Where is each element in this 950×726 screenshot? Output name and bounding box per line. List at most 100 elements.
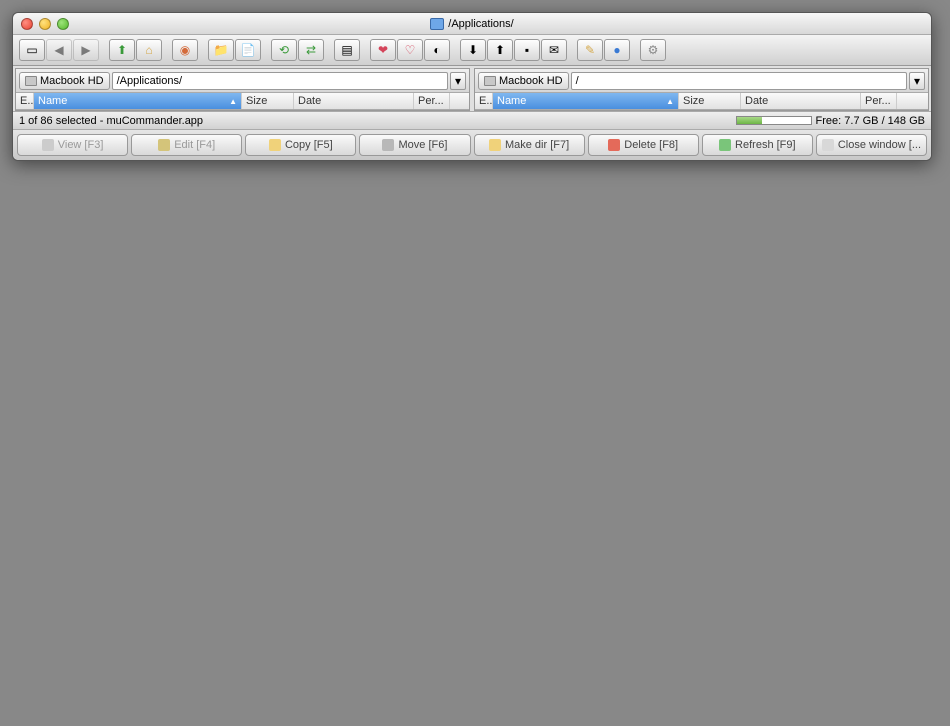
- new-file-button[interactable]: 📄: [235, 39, 261, 61]
- refresh-button[interactable]: Refresh [F9]: [702, 134, 813, 156]
- edit-icon: [158, 139, 170, 151]
- delete-icon: [608, 139, 620, 151]
- zoom-icon[interactable]: [57, 18, 69, 30]
- cmd-label: Refresh [F9]: [735, 139, 796, 151]
- left-path-input[interactable]: /Applications/: [112, 72, 448, 90]
- new-window-button[interactable]: ▭: [19, 39, 45, 61]
- cmd-label: Make dir [F7]: [505, 139, 569, 151]
- mark-icon: ❤: [378, 44, 388, 56]
- pack-button[interactable]: ⬇: [460, 39, 486, 61]
- left-header: E... Name▲ Size Date Per...: [16, 93, 469, 110]
- delete-button[interactable]: Delete [F8]: [588, 134, 699, 156]
- window-title-text: /Applications/: [448, 18, 513, 30]
- col-perm[interactable]: Per...: [414, 93, 450, 109]
- copy-names-button[interactable]: ▤: [334, 39, 360, 61]
- unpack-button[interactable]: ⬆: [487, 39, 513, 61]
- right-volume-button[interactable]: Macbook HD: [478, 72, 569, 90]
- left-volume-label: Macbook HD: [40, 75, 104, 87]
- reload-icon: ⟲: [279, 44, 289, 56]
- right-panel: Macbook HD / ▾ E... Name▲ Size Date Per.…: [474, 68, 929, 111]
- folder-icon: [430, 18, 444, 30]
- invert-button[interactable]: ◐: [424, 39, 450, 61]
- prefs-button[interactable]: ⚙: [640, 39, 666, 61]
- status-selection: 1 of 86 selected - muCommander.app: [19, 115, 203, 127]
- email-button[interactable]: ✉: [541, 39, 567, 61]
- refresh-icon: [719, 139, 731, 151]
- server-icon: ●: [613, 44, 620, 56]
- chevron-down-icon: ▾: [455, 75, 461, 87]
- invert-icon: ◐: [433, 44, 440, 56]
- new-window-icon: ▭: [26, 44, 37, 56]
- window-controls: [21, 18, 69, 30]
- terminal-button[interactable]: ▪: [514, 39, 540, 61]
- cmd-label: Edit [F4]: [174, 139, 215, 151]
- left-pathbar: Macbook HD /Applications/ ▾: [16, 69, 469, 93]
- back-button[interactable]: ◀: [46, 39, 72, 61]
- panels: Macbook HD /Applications/ ▾ E... Name▲ S…: [13, 66, 931, 111]
- left-history-button[interactable]: ▾: [450, 72, 466, 90]
- right-path-input[interactable]: /: [571, 72, 907, 90]
- prefs-icon: ⚙: [648, 44, 659, 56]
- move-button[interactable]: Move [F6]: [359, 134, 470, 156]
- copy-button[interactable]: Copy [F5]: [245, 134, 356, 156]
- sort-asc-icon: ▲: [666, 97, 674, 106]
- left-volume-button[interactable]: Macbook HD: [19, 72, 110, 90]
- col-ext[interactable]: E...: [475, 93, 493, 109]
- go-parent-button[interactable]: ⬆: [109, 39, 135, 61]
- col-perm[interactable]: Per...: [861, 93, 897, 109]
- copy-icon: [269, 139, 281, 151]
- col-name[interactable]: Name▲: [493, 93, 679, 109]
- statusbar: 1 of 86 selected - muCommander.app Free:…: [13, 111, 931, 129]
- close-button[interactable]: Close window [...: [816, 134, 927, 156]
- toolbar: ▭◀▶⬆⌂◉📁📄⟲⇄▤❤♡◐⬇⬆▪✉✎●⚙: [13, 35, 931, 66]
- swap-button[interactable]: ⇄: [298, 39, 324, 61]
- drive-icon: [484, 76, 496, 86]
- new-folder-button[interactable]: 📁: [208, 39, 234, 61]
- props-icon: ✎: [585, 44, 595, 56]
- cmd-label: Move [F6]: [398, 139, 447, 151]
- close-icon[interactable]: [21, 18, 33, 30]
- status-free-space: Free: 7.7 GB / 148 GB: [816, 115, 925, 127]
- right-header: E... Name▲ Size Date Per...: [475, 93, 928, 110]
- fwd-button[interactable]: ▶: [73, 39, 99, 61]
- edit-button[interactable]: Edit [F4]: [131, 134, 242, 156]
- cmd-label: Delete [F8]: [624, 139, 678, 151]
- unmark-icon: ♡: [405, 44, 416, 56]
- back-icon: ◀: [54, 44, 63, 56]
- unmark-button[interactable]: ♡: [397, 39, 423, 61]
- col-size[interactable]: Size: [242, 93, 294, 109]
- close-icon: [822, 139, 834, 151]
- server-button[interactable]: ●: [604, 39, 630, 61]
- mark-button[interactable]: ❤: [370, 39, 396, 61]
- mkdir-icon: [489, 139, 501, 151]
- move-icon: [382, 139, 394, 151]
- col-size[interactable]: Size: [679, 93, 741, 109]
- mkdir-button[interactable]: Make dir [F7]: [474, 134, 585, 156]
- chevron-down-icon: ▾: [914, 75, 920, 87]
- col-ext[interactable]: E...: [16, 93, 34, 109]
- col-date[interactable]: Date: [741, 93, 861, 109]
- pack-icon: ⬇: [468, 44, 478, 56]
- main-window: /Applications/ ▭◀▶⬆⌂◉📁📄⟲⇄▤❤♡◐⬇⬆▪✉✎●⚙ Mac…: [12, 12, 932, 161]
- col-name[interactable]: Name▲: [34, 93, 242, 109]
- titlebar[interactable]: /Applications/: [13, 13, 931, 35]
- minimize-icon[interactable]: [39, 18, 51, 30]
- sort-asc-icon: ▲: [229, 97, 237, 106]
- col-date[interactable]: Date: [294, 93, 414, 109]
- new-folder-icon: 📁: [214, 44, 229, 56]
- view-button[interactable]: View [F3]: [17, 134, 128, 156]
- window-title: /Applications/: [13, 18, 931, 30]
- fwd-icon: ▶: [81, 44, 90, 56]
- left-panel: Macbook HD /Applications/ ▾ E... Name▲ S…: [15, 68, 470, 111]
- right-history-button[interactable]: ▾: [909, 72, 925, 90]
- free-space-bar: [736, 116, 812, 125]
- email-icon: ✉: [549, 44, 559, 56]
- drive-icon: [25, 76, 37, 86]
- cmd-label: Copy [F5]: [285, 139, 333, 151]
- copy-names-icon: ▤: [341, 44, 352, 56]
- go-home-button[interactable]: ⌂: [136, 39, 162, 61]
- props-button[interactable]: ✎: [577, 39, 603, 61]
- stop-button[interactable]: ◉: [172, 39, 198, 61]
- new-file-icon: 📄: [241, 44, 256, 56]
- reload-button[interactable]: ⟲: [271, 39, 297, 61]
